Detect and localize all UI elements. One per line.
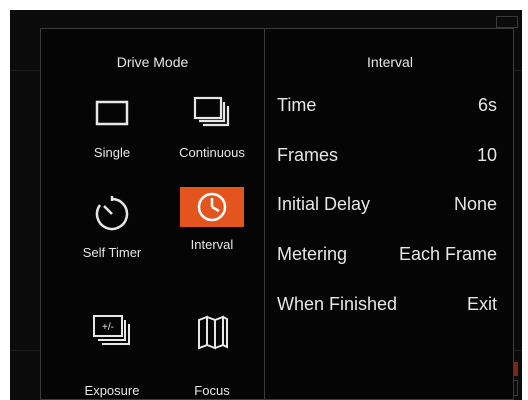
camera-screen: 1 2 Drive Mode Interval Single Continuou… xyxy=(10,10,522,400)
self-timer-icon xyxy=(95,196,129,231)
setting-value: Each Frame xyxy=(398,244,497,264)
mode-label: Self Timer xyxy=(82,245,142,260)
battery-icon xyxy=(496,16,518,28)
setting-label: Metering xyxy=(277,244,348,264)
interval-title: Interval xyxy=(367,54,413,70)
setting-label: Initial Delay xyxy=(277,194,371,214)
mode-label: Single xyxy=(93,145,131,160)
mode-label: Interval xyxy=(190,237,234,252)
setting-label: When Finished xyxy=(277,294,398,314)
setting-value: None xyxy=(453,194,497,214)
drive-mode-overlay: Drive Mode Interval Single Continuous Se… xyxy=(40,28,514,400)
mode-exposure-bracketing[interactable]: +/- Exposure Bracketing xyxy=(57,293,167,400)
bracket-icon-text: +/- xyxy=(102,322,114,333)
exposure-bracketing-icon: +/- xyxy=(93,315,130,345)
drive-mode-title: Drive Mode xyxy=(116,54,189,70)
continuous-frames-icon xyxy=(193,96,230,127)
mode-self-timer[interactable]: Self Timer xyxy=(57,193,167,262)
setting-label: Frames xyxy=(277,145,339,165)
single-frame-icon xyxy=(95,100,129,126)
mode-continuous[interactable]: Continuous xyxy=(157,93,267,162)
mode-interval[interactable]: Interval xyxy=(157,187,267,254)
setting-label: Time xyxy=(277,95,317,115)
setting-initial-delay[interactable]: Initial Delay None xyxy=(277,194,497,220)
mode-label: Focus Bracketing xyxy=(194,383,230,398)
interval-clock-icon xyxy=(180,187,244,227)
setting-time[interactable]: Time 6s xyxy=(277,95,497,121)
setting-metering[interactable]: Metering Each Frame xyxy=(277,244,497,270)
setting-value: 10 xyxy=(476,145,497,165)
mode-single[interactable]: Single xyxy=(57,93,167,162)
mode-focus-bracketing[interactable]: Focus Bracketing xyxy=(157,293,267,400)
mode-label: Exposure Bracketing xyxy=(84,383,140,398)
focus-bracketing-icon xyxy=(198,315,228,350)
setting-when-finished[interactable]: When Finished Exit xyxy=(277,294,497,320)
setting-value: Exit xyxy=(466,294,497,314)
setting-frames[interactable]: Frames 10 xyxy=(277,145,497,171)
setting-value: 6s xyxy=(477,95,497,115)
mode-label: Continuous xyxy=(179,145,245,160)
